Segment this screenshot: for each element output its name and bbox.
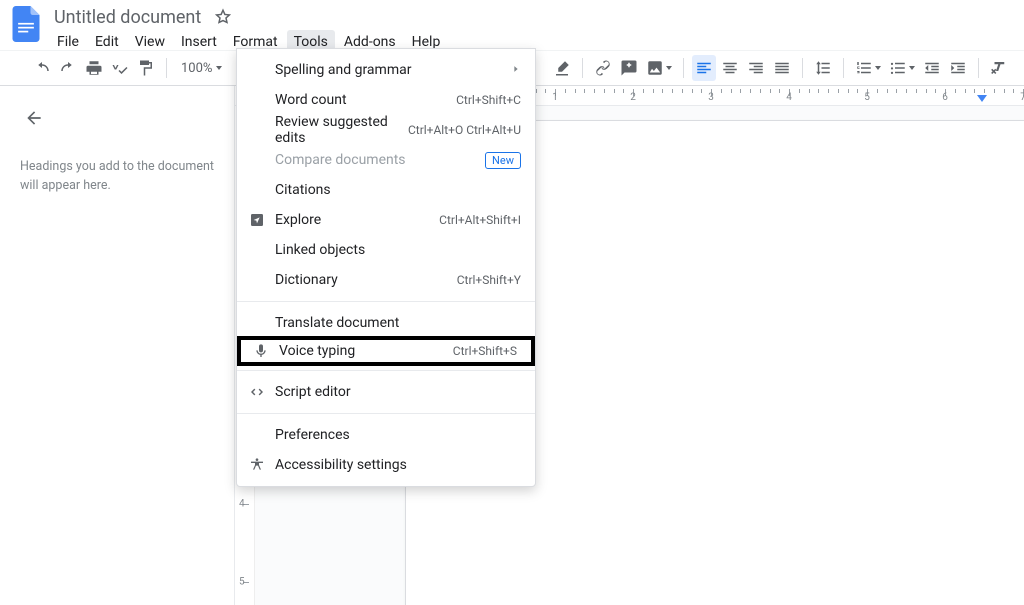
menu-item-label: Preferences — [275, 427, 521, 443]
tools-menu-translate[interactable]: Translate document — [237, 308, 535, 338]
tools-menu-linked[interactable]: Linked objects — [237, 235, 535, 265]
undo-button[interactable] — [30, 55, 54, 81]
ruler-number: 4 — [786, 92, 792, 103]
outline-empty-hint: Headings you add to the document will ap… — [20, 158, 214, 196]
shortcut-label: Ctrl+Shift+S — [453, 344, 517, 358]
tools-menu-citations[interactable]: Citations — [237, 175, 535, 205]
tools-menu-prefs[interactable]: Preferences — [237, 420, 535, 450]
increase-indent-button[interactable] — [946, 55, 970, 81]
ruler-number: 3 — [708, 92, 714, 103]
indent-marker[interactable] — [977, 95, 987, 102]
tools-menu-dictionary[interactable]: Dictionary Ctrl+Shift+Y — [237, 265, 535, 295]
tools-menu-compare: Compare documents New — [237, 145, 535, 175]
chevron-down-icon — [666, 66, 672, 70]
menu-item-label: Explore — [275, 212, 433, 228]
outline-collapse-button[interactable] — [20, 104, 48, 132]
submenu-arrow-icon — [511, 62, 521, 78]
chevron-down-icon — [216, 66, 222, 70]
tools-menu-explore[interactable]: Explore Ctrl+Alt+Shift+I — [237, 205, 535, 235]
align-right-button[interactable] — [744, 55, 768, 81]
explore-icon — [247, 212, 267, 228]
paint-format-button[interactable] — [134, 55, 158, 81]
menu-item-label: Accessibility settings — [275, 457, 521, 473]
numbered-list-button[interactable] — [852, 55, 884, 81]
menu-item-label: Linked objects — [275, 242, 521, 258]
tools-menu-spelling[interactable]: Spelling and grammar — [237, 55, 535, 85]
doc-title[interactable]: Untitled document — [50, 7, 205, 28]
highlight-color-button[interactable] — [550, 55, 574, 81]
tools-menu-voice[interactable]: Voice typing Ctrl+Shift+S — [237, 336, 535, 366]
shortcut-label: Ctrl+Shift+Y — [457, 273, 521, 287]
menu-item-label: Spelling and grammar — [275, 62, 511, 78]
menu-item-label: Voice typing — [279, 343, 447, 359]
clear-formatting-button[interactable] — [987, 55, 1011, 81]
star-button[interactable] — [213, 7, 233, 27]
menu-item-label: Dictionary — [275, 272, 451, 288]
ruler-number: 6 — [942, 92, 948, 103]
menu-item-label: Script editor — [275, 384, 521, 400]
tools-menu-review[interactable]: Review suggested edits Ctrl+Alt+O Ctrl+Al… — [237, 115, 535, 145]
decrease-indent-button[interactable] — [920, 55, 944, 81]
tools-menu-script[interactable]: Script editor — [237, 377, 535, 407]
ruler-number: 7 — [1020, 92, 1024, 103]
print-button[interactable] — [82, 55, 106, 81]
menu-item-label: Translate document — [275, 315, 521, 331]
code-icon — [247, 384, 267, 400]
shortcut-label: Ctrl+Alt+Shift+I — [439, 213, 521, 227]
mic-icon — [251, 343, 271, 359]
chevron-down-icon — [875, 66, 881, 70]
bulleted-list-button[interactable] — [886, 55, 918, 81]
menu-item-label: Compare documents — [275, 152, 479, 168]
docs-logo[interactable] — [8, 6, 44, 42]
menu-item-label: Word count — [275, 92, 450, 108]
insert-image-button[interactable] — [643, 55, 675, 81]
shortcut-label: Ctrl+Shift+C — [456, 93, 521, 107]
tools-menu-dropdown: Spelling and grammar Word count Ctrl+Shift… — [236, 48, 536, 487]
insert-link-button[interactable] — [591, 55, 615, 81]
redo-button[interactable] — [56, 55, 80, 81]
title-block: Untitled document FileEditViewInsertForm… — [50, 6, 447, 54]
new-badge: New — [485, 152, 521, 169]
align-justify-button[interactable] — [770, 55, 794, 81]
add-comment-button[interactable] — [617, 55, 641, 81]
line-spacing-button[interactable] — [811, 55, 835, 81]
spellcheck-button[interactable] — [108, 55, 132, 81]
a11y-icon — [247, 457, 267, 473]
outline-pane: Headings you add to the document will ap… — [0, 86, 235, 605]
chevron-down-icon — [909, 66, 915, 70]
menu-item-label: Review suggested edits — [275, 114, 402, 146]
tools-menu-wordcount[interactable]: Word count Ctrl+Shift+C — [237, 85, 535, 115]
header: Untitled document FileEditViewInsertForm… — [0, 0, 1024, 50]
menu-item-label: Citations — [275, 182, 521, 198]
zoom-value: 100% — [181, 61, 212, 76]
ruler-number: 1 — [552, 92, 558, 103]
shortcut-label: Ctrl+Alt+O Ctrl+Alt+U — [408, 123, 521, 137]
align-center-button[interactable] — [718, 55, 742, 81]
ruler-number: 2 — [630, 92, 636, 103]
ruler-number: 5 — [864, 92, 870, 103]
zoom-select[interactable]: 100% — [175, 55, 228, 81]
tools-menu-a11y[interactable]: Accessibility settings — [237, 450, 535, 480]
align-left-button[interactable] — [692, 55, 716, 81]
